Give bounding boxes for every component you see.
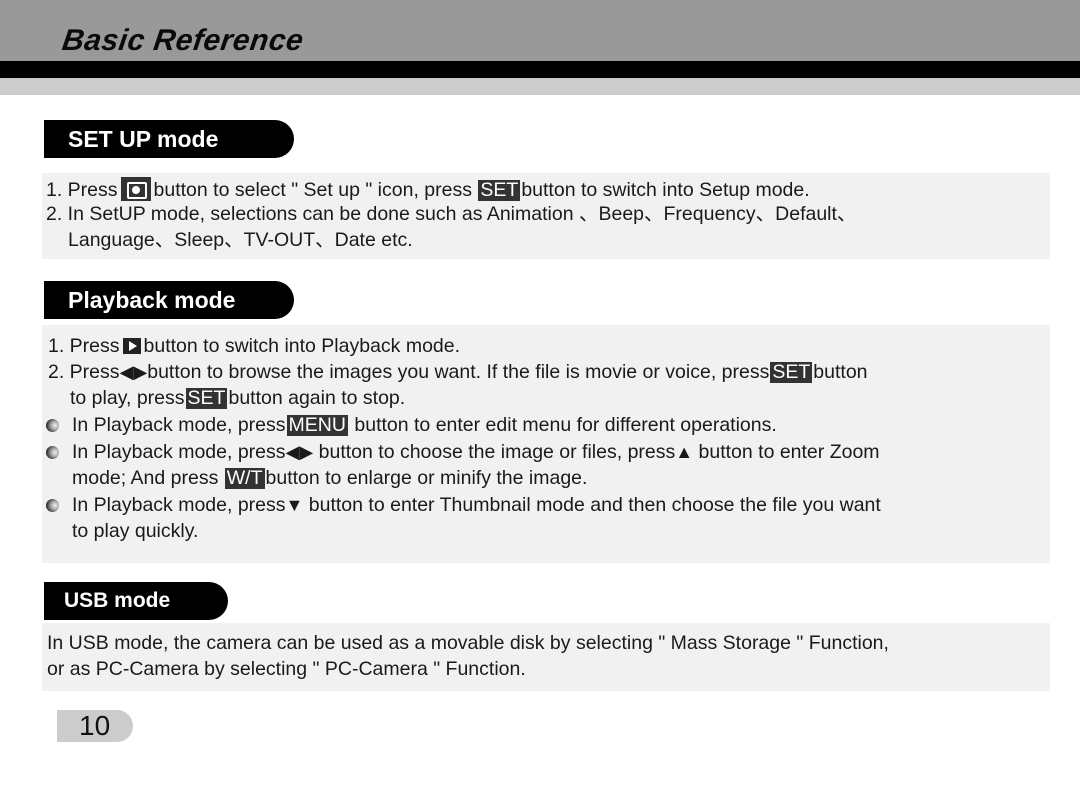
playback-bullet-3: In Playback mode, press▼ button to enter… bbox=[72, 493, 881, 517]
text: button to enter Zoom bbox=[698, 441, 880, 463]
camera-button-icon bbox=[120, 177, 151, 201]
text: button again to stop. bbox=[228, 387, 406, 409]
section-title-playback: Playback mode bbox=[44, 281, 294, 319]
set-key-label: SET bbox=[185, 387, 228, 409]
text: 2. Press bbox=[48, 361, 120, 383]
text: button to switch into Playback mode. bbox=[143, 335, 461, 357]
playback-line-1: 1. Press button to switch into Playback m… bbox=[48, 334, 460, 358]
text: button to enter Thumbnail mode and then … bbox=[308, 494, 881, 516]
playback-button-icon bbox=[122, 338, 141, 354]
text: mode; And press bbox=[72, 467, 219, 489]
right-arrow-icon: ▶ bbox=[299, 442, 314, 462]
playback-line-2: 2. Press◀▶button to browse the images yo… bbox=[48, 360, 868, 384]
text: to play, press bbox=[70, 387, 185, 409]
left-arrow-icon: ◀ bbox=[119, 362, 134, 382]
text: button to select " Set up " icon, press bbox=[153, 179, 472, 201]
playback-bullet-1: In Playback mode, press MENU button to en… bbox=[72, 413, 777, 437]
text: button bbox=[813, 361, 868, 383]
setup-line-2: 2. In SetUP mode, selections can be done… bbox=[46, 203, 857, 225]
set-key-label: SET bbox=[478, 179, 521, 201]
up-arrow-icon: ▲ bbox=[675, 442, 694, 462]
text: In Playback mode, press bbox=[72, 441, 286, 463]
section-title-text: USB mode bbox=[64, 589, 171, 612]
down-arrow-icon: ▼ bbox=[285, 495, 304, 515]
wt-key-label: W/T bbox=[224, 467, 265, 489]
text: button to enter edit menu for different … bbox=[354, 414, 777, 436]
text: 1. Press bbox=[46, 179, 118, 201]
text: button to enlarge or minify the image. bbox=[265, 467, 588, 489]
section-title-setup: SET UP mode bbox=[44, 120, 294, 158]
section-title-usb: USB mode bbox=[44, 582, 228, 620]
text: button to switch into Setup mode. bbox=[521, 179, 810, 201]
playback-bullet-3-cont: to play quickly. bbox=[72, 520, 199, 542]
section-title-text: SET UP mode bbox=[68, 125, 219, 152]
bullet-icon bbox=[46, 419, 59, 432]
setup-line-3: Language、Sleep、TV-OUT、Date etc. bbox=[68, 229, 413, 251]
text: button to browse the images you want. If… bbox=[147, 361, 770, 383]
header-rule-light bbox=[0, 78, 1080, 95]
usb-line-1: In USB mode, the camera can be used as a… bbox=[47, 632, 889, 654]
header-rule-dark bbox=[0, 61, 1080, 78]
playback-bullet-2: In Playback mode, press◀▶ button to choo… bbox=[72, 440, 880, 464]
usb-line-2: or as PC-Camera by selecting " PC-Camera… bbox=[47, 658, 526, 680]
text: In Playback mode, press bbox=[72, 414, 286, 436]
menu-key-label: MENU bbox=[286, 414, 348, 436]
set-key-label: SET bbox=[770, 361, 813, 383]
section-title-text: Playback mode bbox=[68, 286, 236, 313]
page-number: 10 bbox=[57, 710, 133, 742]
text: In Playback mode, press bbox=[72, 494, 286, 516]
playback-line-3: to play, press SET button again to stop. bbox=[70, 386, 405, 410]
right-arrow-icon: ▶ bbox=[133, 362, 148, 382]
text: button to choose the image or files, pre… bbox=[318, 441, 676, 463]
text: 1. Press bbox=[48, 335, 120, 357]
left-arrow-icon: ◀ bbox=[285, 442, 300, 462]
setup-line-1: 1. Press button to select " Set up " icon… bbox=[46, 177, 810, 202]
bullet-icon bbox=[46, 446, 59, 459]
page-title: Basic Reference bbox=[60, 24, 306, 57]
playback-bullet-2-cont: mode; And press W/T button to enlarge or … bbox=[72, 466, 587, 490]
bullet-icon bbox=[46, 499, 59, 512]
